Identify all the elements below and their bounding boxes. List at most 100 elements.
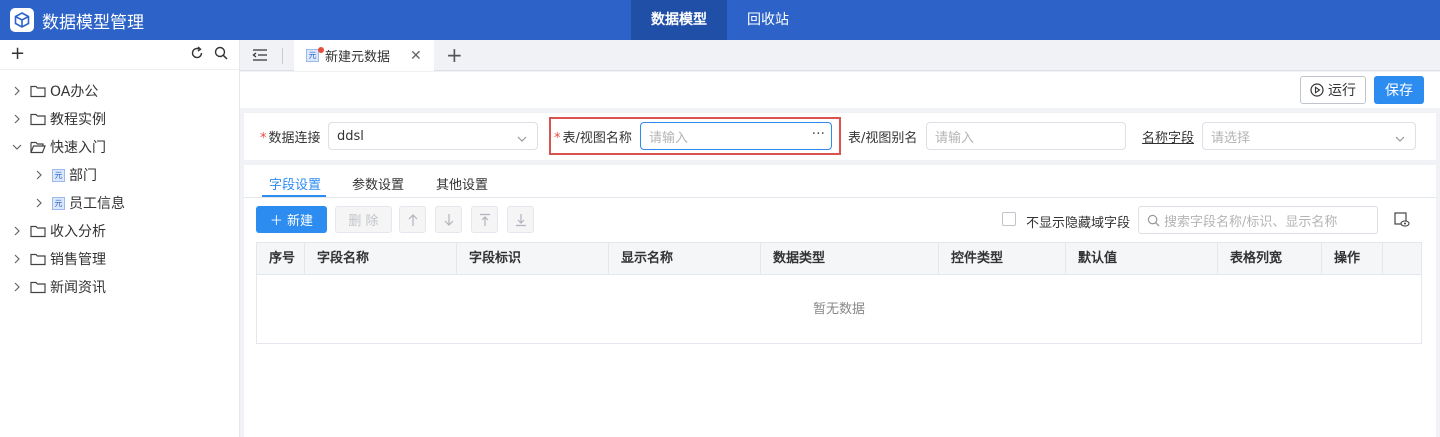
search-icon xyxy=(1147,214,1160,227)
add-icon[interactable]: + xyxy=(10,44,25,64)
chevron-right-icon[interactable] xyxy=(12,254,22,264)
app-title: 数据模型管理 xyxy=(42,12,144,33)
field-search-placeholder: 搜索字段名称/标识、显示名称 xyxy=(1164,214,1338,230)
close-icon[interactable]: ✕ xyxy=(410,49,422,63)
col-field-key: 字段标识 xyxy=(457,243,609,275)
tree-item-label: OA办公 xyxy=(50,84,99,100)
chevron-down-icon xyxy=(517,132,527,147)
metadata-icon: 元 xyxy=(306,49,319,62)
unsaved-dot xyxy=(318,47,324,53)
delete-button[interactable]: 删 除 xyxy=(335,206,392,233)
tree-item-department[interactable]: 元 部门 xyxy=(34,164,97,186)
connection-label: * 数据连接 xyxy=(260,127,321,146)
tree-item-oa[interactable]: OA办公 xyxy=(12,80,98,102)
name-field-placeholder: 请选择 xyxy=(1211,130,1251,146)
sidebar-toolbar: + xyxy=(0,40,239,70)
col-control-type: 控件类型 xyxy=(939,243,1066,275)
col-field-name: 字段名称 xyxy=(305,243,457,275)
required-mark: * xyxy=(554,131,561,146)
tree-item-news[interactable]: 新闻资讯 xyxy=(12,276,106,298)
chevron-right-icon[interactable] xyxy=(12,114,22,124)
hide-fields-checkbox[interactable] xyxy=(1002,212,1016,226)
tree-item-label: 销售管理 xyxy=(50,252,106,268)
divider xyxy=(282,48,283,64)
tab-param-settings[interactable]: 参数设置 xyxy=(352,174,404,193)
metadata-icon: 元 xyxy=(52,168,65,182)
chevron-right-icon[interactable] xyxy=(12,86,22,96)
tab-new-metadata[interactable]: 元 新建元数据 ✕ xyxy=(294,40,434,71)
table-name-label: * 表/视图名称 xyxy=(554,127,632,146)
add-tab-icon[interactable]: + xyxy=(446,44,463,66)
tree-item-quickstart[interactable]: 快速入门 xyxy=(12,136,106,158)
metadata-icon: 元 xyxy=(52,196,65,210)
name-field-label[interactable]: 名称字段 xyxy=(1142,127,1194,146)
tree-item-sales[interactable]: 销售管理 xyxy=(12,248,106,270)
more-icon[interactable]: ··· xyxy=(812,126,825,142)
folder-icon xyxy=(30,224,46,238)
tree-item-label: 收入分析 xyxy=(50,224,106,240)
new-field-button[interactable]: ＋ 新建 xyxy=(256,206,327,233)
run-button[interactable]: 运行 xyxy=(1300,76,1366,104)
tree-item-employee[interactable]: 元 员工信息 xyxy=(34,192,125,214)
required-mark: * xyxy=(260,131,267,146)
folder-icon xyxy=(30,280,46,294)
empty-state: 暂无数据 xyxy=(812,302,865,317)
field-search-input[interactable]: 搜索字段名称/标识、显示名称 xyxy=(1138,206,1378,234)
chevron-right-icon[interactable] xyxy=(34,170,44,180)
name-field-select[interactable]: 请选择 xyxy=(1202,122,1416,150)
move-bottom-icon[interactable] xyxy=(507,206,534,233)
active-tab-indicator xyxy=(262,195,326,197)
tree-item-label: 部门 xyxy=(69,168,97,184)
col-display-name: 显示名称 xyxy=(609,243,761,275)
connection-value: ddsl xyxy=(337,128,364,144)
alias-input[interactable]: 请输入 xyxy=(926,122,1126,150)
collapse-sidebar-icon[interactable] xyxy=(252,48,268,66)
alias-placeholder: 请输入 xyxy=(935,130,975,146)
folder-icon xyxy=(30,252,46,266)
chevron-down-icon xyxy=(1395,132,1405,147)
topnav-recycle-bin[interactable]: 回收站 xyxy=(727,0,809,40)
move-up-icon[interactable] xyxy=(399,206,426,233)
column-visibility-icon[interactable] xyxy=(1394,212,1410,232)
tree-item-income[interactable]: 收入分析 xyxy=(12,220,106,242)
chevron-right-icon[interactable] xyxy=(34,198,44,208)
connection-select[interactable]: ddsl xyxy=(328,122,538,150)
tree-item-label: 员工信息 xyxy=(69,196,125,212)
play-icon xyxy=(1310,83,1324,97)
folder-icon xyxy=(30,112,46,126)
field-settings-panel: 字段设置 参数设置 其他设置 ＋ 新建 删 除 不显示隐藏域字段 搜索字段名称/… xyxy=(244,165,1436,437)
connection-label-text: 数据连接 xyxy=(268,131,321,146)
fields-table: 序号 字段名称 字段标识 显示名称 数据类型 控件类型 默认值 表格列宽 操作 … xyxy=(256,242,1422,344)
table-name-placeholder: 请输入 xyxy=(649,130,689,146)
move-top-icon[interactable] xyxy=(471,206,498,233)
col-data-type: 数据类型 xyxy=(761,243,939,275)
search-icon[interactable] xyxy=(214,46,228,64)
tree-item-label: 教程实例 xyxy=(50,112,106,128)
tab-other-settings[interactable]: 其他设置 xyxy=(436,174,488,193)
tree-item-label: 快速入门 xyxy=(50,140,106,156)
chevron-right-icon[interactable] xyxy=(12,282,22,292)
tab-field-settings[interactable]: 字段设置 xyxy=(269,174,321,193)
tab-bar: 元 新建元数据 ✕ + xyxy=(240,40,1440,71)
col-index: 序号 xyxy=(257,243,305,275)
move-down-icon[interactable] xyxy=(435,206,462,233)
tree-item-label: 新闻资讯 xyxy=(50,280,106,296)
brand: 数据模型管理 xyxy=(10,0,144,40)
alias-label: 表/视图别名 xyxy=(848,131,918,146)
save-button[interactable]: 保存 xyxy=(1374,76,1424,104)
table-header: 序号 字段名称 字段标识 显示名称 数据类型 控件类型 默认值 表格列宽 操作 xyxy=(257,243,1421,275)
hide-fields-label: 不显示隐藏域字段 xyxy=(1026,216,1131,231)
col-default-value: 默认值 xyxy=(1066,243,1218,275)
folder-icon xyxy=(30,84,46,98)
chevron-right-icon[interactable] xyxy=(12,226,22,236)
sub-tabs: 字段设置 参数设置 其他设置 xyxy=(244,165,1436,198)
top-bar: 数据模型管理 数据模型 回收站 xyxy=(0,0,1440,40)
run-label: 运行 xyxy=(1328,83,1356,99)
chevron-down-icon[interactable] xyxy=(12,143,22,151)
tab-label: 新建元数据 xyxy=(325,50,391,65)
folder-open-icon xyxy=(30,140,46,154)
table-name-input[interactable]: 请输入 ··· xyxy=(640,122,832,150)
topnav-data-model[interactable]: 数据模型 xyxy=(631,0,727,40)
tree-item-tutorial[interactable]: 教程实例 xyxy=(12,108,106,130)
refresh-icon[interactable] xyxy=(190,46,204,64)
